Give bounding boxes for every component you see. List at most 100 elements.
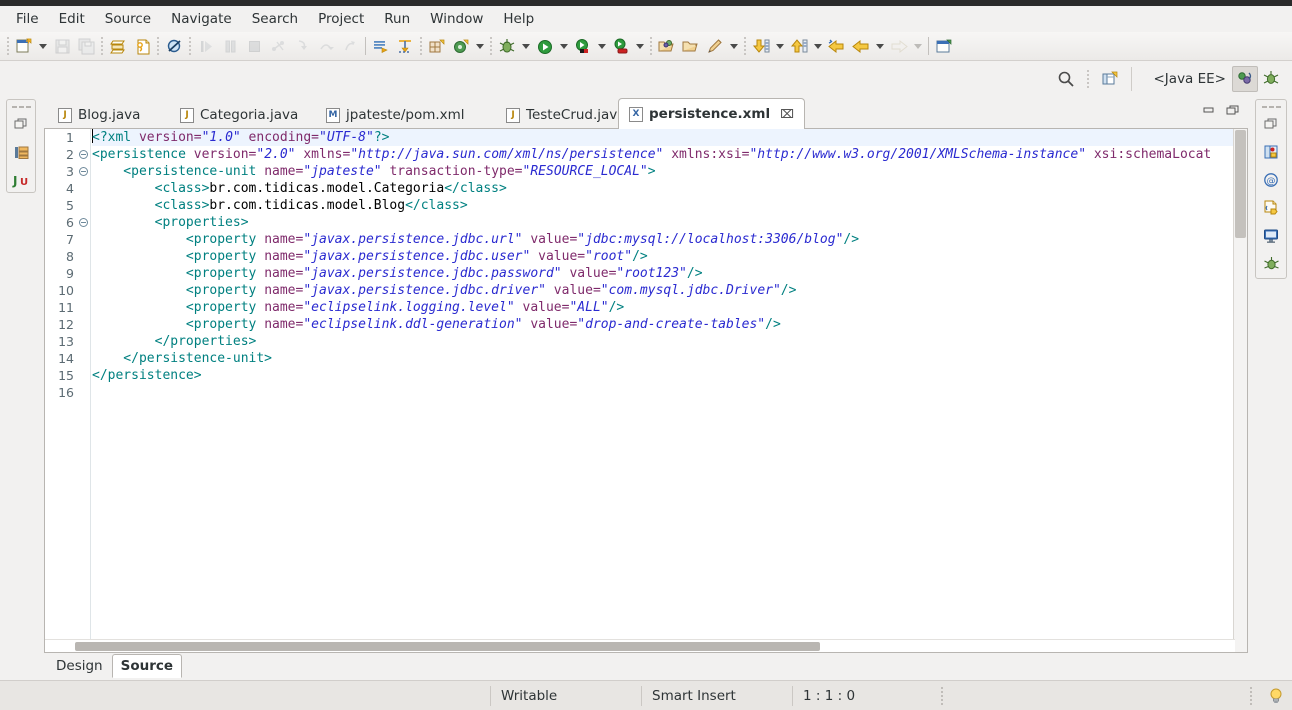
editor-tab-pom-xml[interactable]: M jpateste/pom.xml (316, 101, 475, 129)
terminate-icon[interactable] (242, 34, 266, 58)
lightbulb-icon[interactable] (1268, 687, 1284, 705)
debug-bug-icon[interactable] (495, 34, 519, 58)
save-all-icon[interactable] (74, 34, 98, 58)
code-line: <property name="eclipselink.ddl-generati… (92, 316, 1247, 333)
menu-file[interactable]: File (6, 8, 49, 30)
save-icon[interactable] (50, 34, 74, 58)
step-over-icon[interactable] (314, 34, 338, 58)
horizontal-scrollbar-thumb[interactable] (75, 642, 820, 651)
pencil-search-icon[interactable] (703, 34, 727, 58)
pencil-search-dropdown-icon[interactable] (727, 35, 741, 57)
back-dropdown-icon[interactable] (873, 35, 887, 57)
editor-tab-testecrud-java[interactable]: J TesteCrud.java (496, 101, 636, 129)
previous-annotation-dropdown-icon[interactable] (811, 35, 825, 57)
code-token: "RESOURCE_LOCAL" (522, 164, 648, 179)
fold-toggle-line-3[interactable] (77, 163, 90, 180)
forward-dropdown-icon[interactable] (911, 35, 925, 57)
step-into-icon[interactable] (290, 34, 314, 58)
code-text[interactable]: <?xml version="1.0" encoding="UTF-8"?> <p… (92, 129, 1247, 652)
external-tools-icon[interactable] (609, 34, 633, 58)
external-tools-dropdown-icon[interactable] (633, 35, 647, 57)
mark-occurrences-icon[interactable] (369, 34, 393, 58)
menu-search[interactable]: Search (242, 8, 308, 30)
back-arrow-icon[interactable] (849, 34, 873, 58)
restore-icon[interactable] (1256, 110, 1286, 138)
editor-tab-persistence-xml[interactable]: X persistence.xml ⌧ (618, 98, 805, 129)
xml-export-icon[interactable] (130, 34, 154, 58)
horizontal-scrollbar[interactable] (45, 639, 1235, 652)
restore-icon[interactable] (7, 110, 35, 138)
maximize-editor-icon[interactable] (1226, 104, 1240, 116)
menu-edit[interactable]: Edit (49, 8, 95, 30)
menu-project[interactable]: Project (308, 8, 374, 30)
folding-column[interactable] (77, 129, 91, 652)
minimize-editor-icon[interactable] (1202, 104, 1216, 116)
next-annotation-icon[interactable] (749, 34, 773, 58)
minibar-grip (7, 100, 35, 110)
line-number: 7 (66, 232, 74, 247)
run-play-icon[interactable] (533, 34, 557, 58)
menu-run[interactable]: Run (374, 8, 420, 30)
search-icon[interactable] (1053, 66, 1079, 92)
code-token: xsi:schemaLocat (1086, 147, 1212, 162)
code-token: name= (256, 300, 304, 315)
vertical-scrollbar-thumb[interactable] (1235, 130, 1246, 238)
code-token: <property (92, 300, 257, 315)
snippets-icon[interactable] (1256, 194, 1286, 222)
line-number: 12 (58, 317, 74, 332)
forward-arrow-icon[interactable] (887, 34, 911, 58)
menu-source[interactable]: Source (95, 8, 161, 30)
new-package-icon[interactable] (425, 34, 449, 58)
menu-navigate[interactable]: Navigate (161, 8, 242, 30)
annotations-icon[interactable]: @ (1256, 166, 1286, 194)
debug-icon[interactable] (1256, 250, 1286, 278)
debug-dropdown-icon[interactable] (519, 35, 533, 57)
fold-toggle-line-6[interactable] (77, 214, 90, 231)
resume-icon[interactable] (194, 34, 218, 58)
previous-annotation-icon[interactable] (787, 34, 811, 58)
suspend-icon[interactable] (218, 34, 242, 58)
tab-source[interactable]: Source (111, 654, 183, 678)
code-token: "eclipselink.ddl-generation" (303, 317, 523, 332)
source-editor[interactable]: 1 2 3 4 5 6 7 8 9 10 11 12 13 14 15 16 <… (44, 129, 1248, 653)
coverage-icon[interactable] (571, 34, 595, 58)
editor-tab-label: TesteCrud.java (526, 107, 626, 123)
print-icon[interactable] (106, 34, 130, 58)
overview-ruler[interactable] (1233, 129, 1247, 652)
line-number: 2 (66, 147, 74, 162)
project-explorer-icon[interactable] (7, 138, 35, 166)
java-ee-perspective-icon[interactable] (1232, 66, 1258, 92)
menu-window[interactable]: Window (420, 8, 493, 30)
disconnect-icon[interactable] (266, 34, 290, 58)
toolbar-separator (744, 37, 746, 55)
line-number: 3 (66, 164, 74, 179)
servers-icon[interactable] (1256, 138, 1286, 166)
editor-tab-blog-java[interactable]: J Blog.java (48, 101, 150, 129)
open-perspective-icon[interactable] (1097, 66, 1123, 92)
new-file-icon[interactable] (12, 34, 36, 58)
coverage-dropdown-icon[interactable] (595, 35, 609, 57)
tab-design[interactable]: Design (47, 654, 112, 678)
new-window-icon[interactable] (932, 34, 956, 58)
run-dropdown-icon[interactable] (557, 35, 571, 57)
editor-tab-categoria-java[interactable]: J Categoria.java (170, 101, 308, 129)
new-class-dropdown-icon[interactable] (473, 35, 487, 57)
open-type-icon[interactable] (655, 34, 679, 58)
close-icon[interactable]: ⌧ (780, 107, 794, 121)
new-file-dropdown-icon[interactable] (36, 35, 50, 57)
code-token: <class> (92, 198, 210, 213)
next-annotation-dropdown-icon[interactable] (773, 35, 787, 57)
console-icon[interactable] (1256, 222, 1286, 250)
new-class-icon[interactable] (449, 34, 473, 58)
perspective-bar: <Java EE> (0, 61, 1292, 97)
open-resource-icon[interactable] (679, 34, 703, 58)
step-return-icon[interactable] (338, 34, 362, 58)
skip-breakpoints-icon[interactable] (162, 34, 186, 58)
last-edit-location-icon[interactable] (825, 34, 849, 58)
open-task-icon[interactable] (393, 34, 417, 58)
fold-toggle-line-2[interactable] (77, 146, 90, 163)
status-divider (941, 686, 943, 705)
menu-help[interactable]: Help (493, 8, 544, 30)
junit-icon[interactable]: J U (7, 166, 35, 194)
debug-perspective-icon[interactable] (1258, 66, 1284, 92)
